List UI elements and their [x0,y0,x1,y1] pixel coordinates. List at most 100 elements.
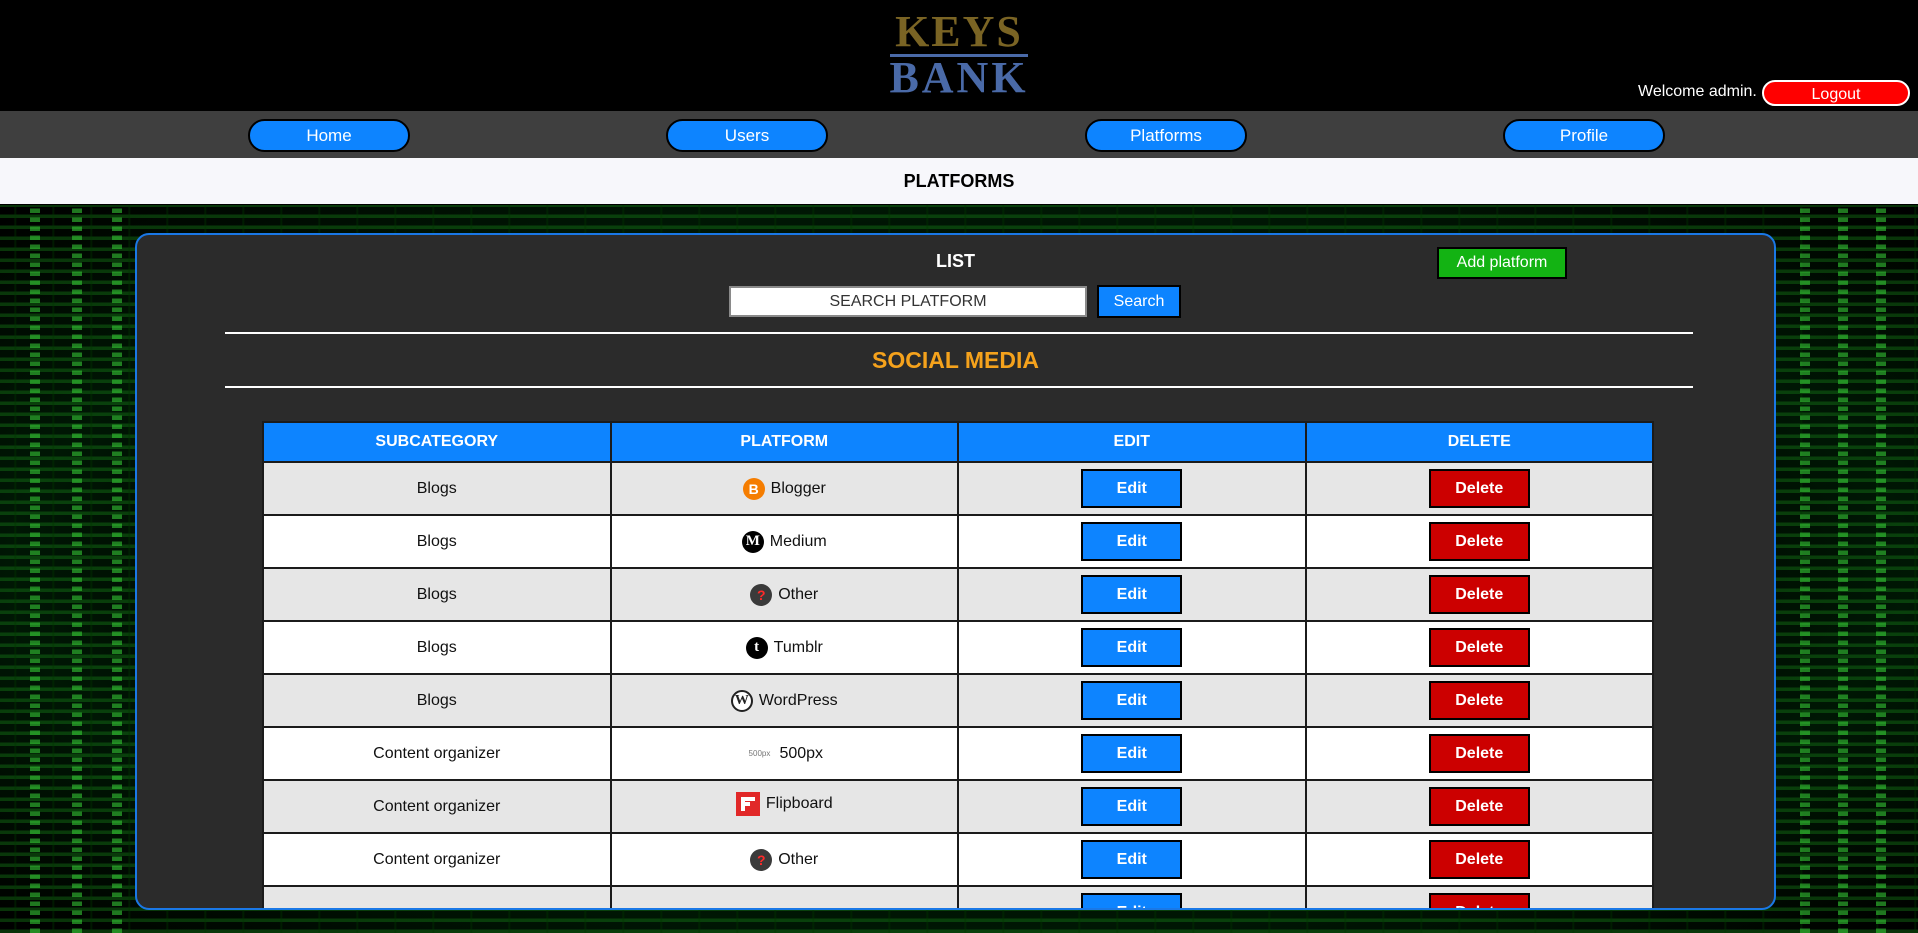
delete-button[interactable]: Delete [1428,628,1530,667]
divider [225,386,1693,388]
divider [225,332,1693,334]
table-row: Blogs ? Other Edit Delete [262,567,1654,622]
delete-cell: Delete [1304,673,1654,728]
matrix-column [30,205,40,933]
edit-cell: Edit [957,514,1307,569]
edit-button[interactable]: Edit [1081,734,1183,773]
delete-button[interactable]: Delete [1428,787,1530,826]
platform-cell [609,885,959,908]
delete-button[interactable]: Delete [1428,575,1530,614]
delete-button[interactable]: Delete [1428,734,1530,773]
question-icon: ? [750,848,773,871]
delete-cell: Delete [1304,461,1654,516]
table-row: Blogs B Blogger Edit Delete [262,461,1654,516]
question-icon: ? [750,583,773,606]
platform-cell: W WordPress [609,673,959,728]
edit-cell: Edit [957,620,1307,675]
platform-name: 500px [779,744,824,762]
edit-cell: Edit [957,461,1307,516]
search-button[interactable]: Search [1097,285,1181,318]
edit-cell: Edit [957,779,1307,834]
matrix-column [1800,205,1810,933]
delete-button[interactable]: Delete [1428,469,1530,508]
wordpress-icon: W [730,689,753,712]
table-row: Blogs M Medium Edit Delete [262,514,1654,569]
subcategory-cell: Blogs [262,461,612,516]
logout-button[interactable]: Logout [1762,80,1910,106]
subcategory-cell: Content organizer [262,779,612,834]
platform-name: Blogger [770,479,826,497]
subcategory-cell [262,885,612,908]
platform-name: Medium [769,532,827,550]
platforms-table: SUBCATEGORY PLATFORM EDIT DELETE Blogs B… [262,421,1654,908]
500px-icon: 500px [748,749,771,758]
table-header-row: SUBCATEGORY PLATFORM EDIT DELETE [262,421,1654,463]
subcategory-cell: Blogs [262,673,612,728]
edit-button[interactable]: Edit [1081,787,1183,826]
delete-button[interactable]: Delete [1428,522,1530,561]
column-header-edit: EDIT [957,421,1307,463]
platform-name: Other [778,850,819,868]
nav-home-button[interactable]: Home [248,119,410,152]
delete-cell: Delete [1304,832,1654,887]
edit-cell: Edit [957,885,1307,908]
edit-button[interactable]: Edit [1081,522,1183,561]
column-header-delete: DELETE [1304,421,1654,463]
blogger-icon: B [742,477,765,500]
matrix-column [112,205,122,933]
platform-cell: ? Other [609,567,959,622]
platform-name: Tumblr [773,638,823,656]
platform-cell: M Medium [609,514,959,569]
logo-keys-text: KEYS [895,7,1023,56]
delete-cell: Delete [1304,620,1654,675]
main-nav: Home Users Platforms Profile [0,111,1918,158]
edit-cell: Edit [957,726,1307,781]
welcome-text: Welcome admin. [1638,83,1757,100]
edit-button[interactable]: Edit [1081,628,1183,667]
platform-name: Flipboard [765,795,833,812]
edit-button[interactable]: Edit [1081,840,1183,879]
header: KEYS BANK Welcome admin. Logout [0,0,1918,111]
subcategory-cell: Content organizer [262,832,612,887]
platform-cell: B Blogger [609,461,959,516]
delete-button[interactable]: Delete [1428,681,1530,720]
column-header-subcategory: SUBCATEGORY [262,421,612,463]
tumblr-icon: t [745,636,768,659]
matrix-column [72,205,82,933]
add-platform-button[interactable]: Add platform [1437,247,1567,279]
section-title: SOCIAL MEDIA [872,347,1039,373]
subcategory-cell: Content organizer [262,726,612,781]
keys-bank-logo[interactable]: KEYS BANK [884,7,1034,102]
edit-button[interactable]: Edit [1081,893,1183,908]
logo-bank-text: BANK [889,53,1029,102]
medium-icon: M [741,530,764,553]
table-row: Blogs W WordPress Edit Delete [262,673,1654,728]
platform-cell: Flipboard [609,779,959,834]
column-header-platform: PLATFORM [609,421,959,463]
platforms-panel: LIST Add platform Search SOCIAL MEDIA SU… [135,233,1776,910]
edit-button[interactable]: Edit [1081,469,1183,508]
matrix-column [1876,205,1886,933]
nav-profile-button[interactable]: Profile [1503,119,1665,152]
platform-name: Other [778,585,819,603]
delete-cell: Delete [1304,779,1654,834]
delete-cell: Delete [1304,726,1654,781]
platform-cell: 500px 500px [609,726,959,781]
platform-cell: t Tumblr [609,620,959,675]
edit-cell: Edit [957,673,1307,728]
platform-name: WordPress [758,691,838,709]
nav-users-button[interactable]: Users [666,119,828,152]
edit-cell: Edit [957,567,1307,622]
table-row: Blogs t Tumblr Edit Delete [262,620,1654,675]
delete-button[interactable]: Delete [1428,893,1530,908]
edit-button[interactable]: Edit [1081,681,1183,720]
search-platform-input[interactable] [729,286,1087,317]
delete-button[interactable]: Delete [1428,840,1530,879]
edit-cell: Edit [957,832,1307,887]
platform-cell: ? Other [609,832,959,887]
subcategory-cell: Blogs [262,620,612,675]
edit-button[interactable]: Edit [1081,575,1183,614]
nav-platforms-button[interactable]: Platforms [1085,119,1247,152]
table-row: Content organizer 500px 500px Edit Delete [262,726,1654,781]
flipboard-icon [735,792,760,816]
